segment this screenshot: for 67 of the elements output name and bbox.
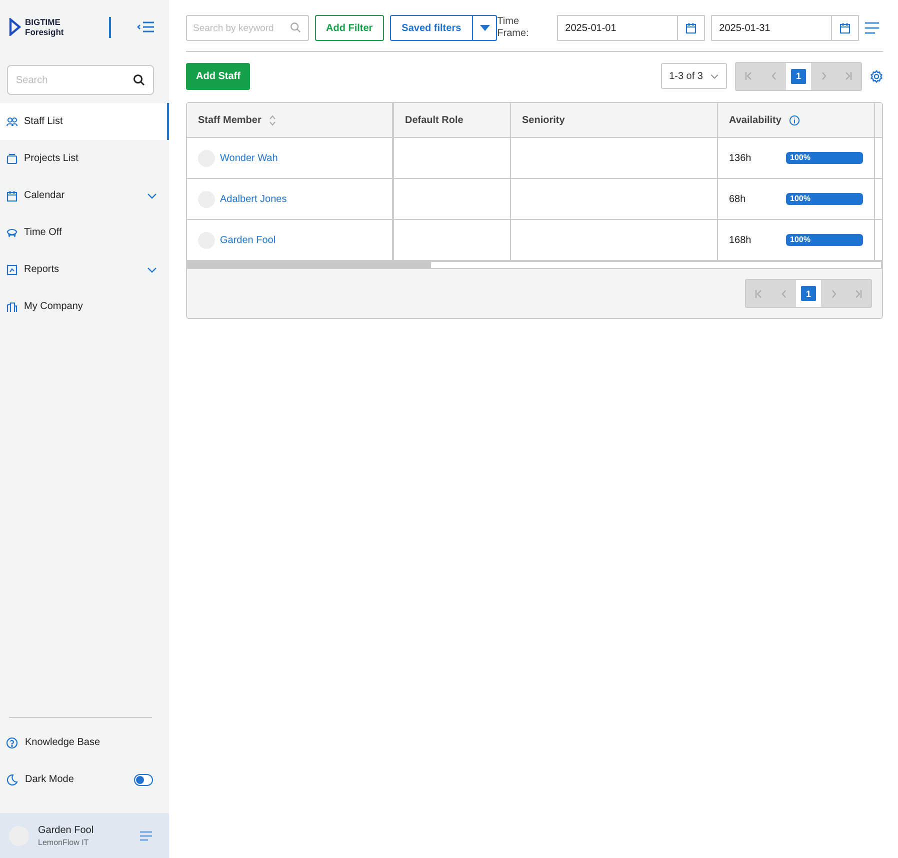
calendar-icon[interactable] [839, 22, 852, 34]
previous-page-icon[interactable] [772, 72, 776, 80]
report-icon [6, 264, 18, 276]
previous-page-icon[interactable] [782, 290, 786, 298]
hours-text: 136h [729, 152, 752, 164]
folder-icon [6, 152, 18, 164]
hours-text: 168h [729, 234, 752, 246]
column-header[interactable]: Seniority [511, 103, 718, 138]
nav-item[interactable]: Time Off [0, 214, 169, 251]
staff-name-link[interactable]: Garden Fool [220, 234, 276, 246]
logo-icon [9, 18, 21, 36]
last-page-icon[interactable] [845, 72, 852, 80]
dark-mode-label: Dark Mode [25, 774, 75, 785]
people-icon [6, 116, 18, 128]
scrollbar-thumb[interactable] [188, 262, 431, 268]
calendar-icon[interactable] [685, 22, 698, 34]
knowledge-base-link[interactable]: Knowledge Base [25, 737, 153, 748]
staff-name-link[interactable]: Adalbert Jones [220, 194, 287, 204]
sofa-icon [6, 226, 18, 238]
column-header[interactable]: Availability [718, 103, 875, 138]
menu-icon[interactable] [140, 830, 152, 840]
next-page-icon[interactable] [832, 290, 836, 298]
hours-text: 68h [729, 194, 747, 204]
dark-mode-toggle[interactable] [134, 774, 153, 786]
info-icon[interactable] [789, 114, 800, 126]
page-button[interactable]: 1 [791, 68, 806, 84]
staff-name-link[interactable]: Wonder Wah [220, 152, 278, 164]
time-frame-label: Time Frame: [497, 16, 530, 40]
moon-icon [6, 774, 18, 786]
chevron-down-icon[interactable] [147, 266, 157, 272]
nav-item[interactable]: Reports [0, 251, 169, 288]
collapse-menu-icon[interactable] [137, 21, 155, 33]
first-page-icon[interactable] [755, 290, 762, 298]
settings-icon[interactable] [870, 70, 883, 82]
company-name: LemonFlow IT [38, 838, 90, 846]
start-date-field[interactable]: 2025-01-01 [557, 15, 706, 41]
nav-item[interactable]: Projects List [0, 140, 169, 177]
keyword-search-field[interactable]: Search by keyword [186, 15, 309, 41]
availability-fill: 100% [786, 193, 863, 205]
building-icon [6, 300, 18, 312]
next-page-icon[interactable] [822, 72, 826, 80]
chevron-down-icon [710, 74, 719, 78]
menu-icon[interactable] [865, 22, 880, 34]
brand-subtitle: Foresight [25, 27, 65, 37]
last-page-icon[interactable] [855, 290, 862, 298]
caret-down-icon [480, 25, 490, 31]
availability-fill: 100% [786, 234, 863, 246]
search-field[interactable]: Search [7, 65, 154, 95]
brand-name: BIGTIME [25, 17, 62, 27]
page-button[interactable]: 1 [801, 286, 816, 301]
help-icon [6, 736, 18, 748]
saved-filters-dropdown[interactable] [473, 15, 498, 41]
user-name: Garden Fool [38, 824, 95, 836]
nav-item[interactable]: Calendar [0, 177, 169, 214]
page-size-dropdown[interactable]: 1-3 of 3 [661, 63, 727, 89]
nav-item[interactable]: My Company [0, 288, 169, 325]
column-header[interactable]: Staff Member [187, 103, 394, 138]
nav-item[interactable]: Staff List [0, 103, 169, 140]
search-icon[interactable] [133, 74, 145, 86]
first-page-icon[interactable] [745, 72, 752, 80]
chevron-down-icon[interactable] [147, 192, 157, 198]
sort-icon[interactable] [269, 114, 276, 126]
availability-fill: 100% [786, 152, 863, 164]
end-date-field[interactable]: 2025-01-31 [711, 15, 860, 41]
calendar-icon [6, 190, 18, 202]
column-header[interactable]: Default Role [394, 103, 511, 138]
saved-filters-button[interactable]: Saved filters [390, 15, 474, 41]
